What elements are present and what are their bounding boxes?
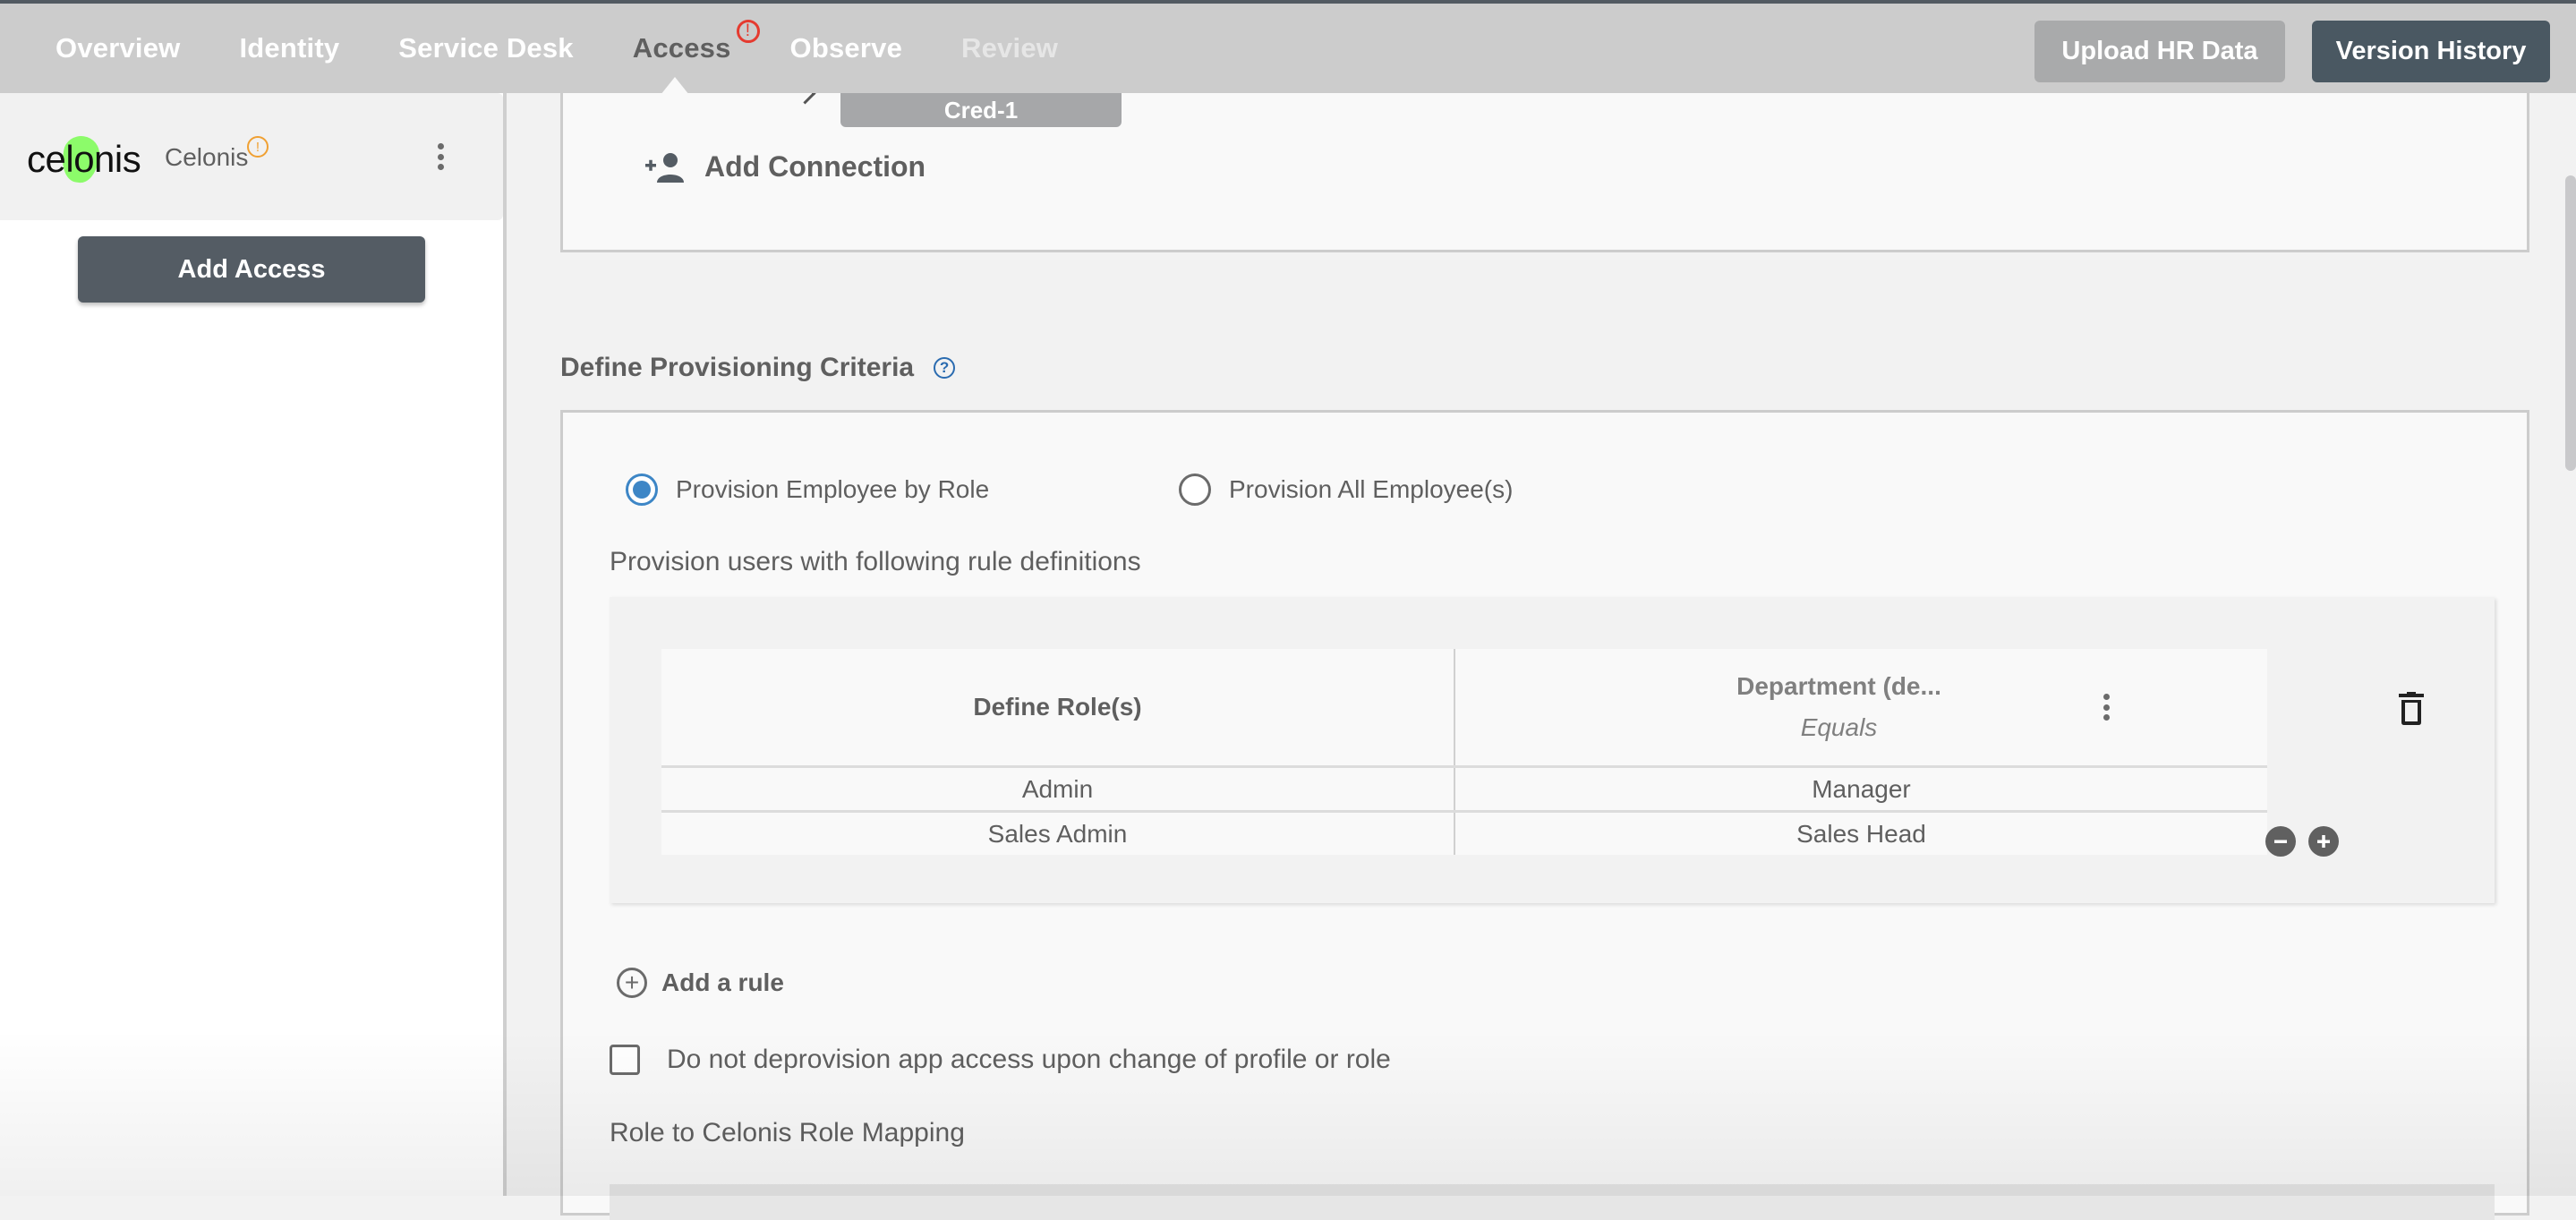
department-header-title: Department (de... (1736, 672, 1941, 700)
radio-button-unchecked[interactable] (1179, 473, 1211, 506)
celonis-logo: celonis (27, 132, 152, 186)
tab-overview[interactable]: Overview (55, 32, 180, 64)
active-tab-caret (661, 77, 689, 95)
app-name: Celonis (165, 143, 249, 171)
main-content: Cred-1 Add Connection Define Provisionin… (507, 82, 2576, 1220)
section-title-provisioning: Define Provisioning Criteria ? (560, 353, 956, 383)
table-row: Admin Manager (661, 766, 2267, 813)
no-deprovision-label: Do not deprovision app access upon chang… (667, 1045, 1391, 1074)
role-mapping-container (610, 1184, 2495, 1220)
upload-hr-data-button[interactable]: Upload HR Data (2034, 21, 2285, 82)
no-deprovision-option[interactable]: Do not deprovision app access upon chang… (610, 1045, 1391, 1075)
minus-icon (2274, 840, 2287, 843)
tab-observe[interactable]: Observe (790, 32, 902, 64)
column-options-icon[interactable] (2103, 694, 2110, 721)
mapping-heading: Role to Celonis Role Mapping (610, 1118, 965, 1147)
radio-label: Provision Employee by Role (676, 475, 990, 503)
add-rule-button[interactable]: + Add a rule (617, 968, 784, 998)
radio-provision-all[interactable]: Provision All Employee(s) (1179, 473, 1513, 506)
tab-access[interactable]: Access ! (632, 20, 760, 64)
section-title-text: Define Provisioning Criteria (560, 353, 915, 382)
add-circle-icon: + (617, 968, 647, 998)
department-operator: Equals (1800, 713, 1878, 741)
rules-heading: Provision users with following rule defi… (610, 547, 1141, 576)
provisioning-criteria-panel: Provision Employee by Role Provision All… (560, 410, 2529, 1220)
top-navigation-bar: Overview Identity Service Desk Access ! … (0, 0, 2576, 95)
main-tabs: Overview Identity Service Desk Access ! … (55, 4, 1117, 93)
sidebar: celonis Celonis ! Add Access (0, 93, 507, 1196)
table-row: Sales Admin Sales Head (661, 811, 2267, 856)
version-history-button[interactable]: Version History (2312, 21, 2550, 82)
department-cell[interactable]: Manager (1454, 766, 2267, 813)
app-card-celonis[interactable]: celonis Celonis ! (0, 93, 503, 220)
column-header-department: Department (de... Equals (1454, 649, 2267, 768)
person-add-icon (645, 152, 684, 183)
add-row-button[interactable] (2308, 826, 2339, 857)
alert-icon: ! (736, 20, 760, 43)
radio-label: Provision All Employee(s) (1229, 475, 1514, 503)
connection-panel: Cred-1 Add Connection (560, 82, 2529, 252)
add-connection-button[interactable]: Add Connection (645, 150, 925, 183)
credential-tag[interactable]: Cred-1 (840, 93, 1122, 127)
role-cell[interactable]: Sales Admin (661, 811, 1455, 855)
radio-button-checked[interactable] (626, 473, 658, 506)
role-cell[interactable]: Admin (661, 766, 1455, 813)
add-rule-label: Add a rule (661, 968, 784, 996)
plus-icon (2317, 835, 2330, 848)
remove-row-button[interactable] (2265, 826, 2296, 857)
logo-text: celonis (27, 138, 141, 180)
tab-access-label: Access (632, 32, 731, 64)
no-deprovision-checkbox[interactable] (610, 1045, 640, 1075)
trash-icon[interactable] (2399, 692, 2424, 726)
scrollbar-thumb[interactable] (2565, 175, 2576, 471)
radio-provision-by-role[interactable]: Provision Employee by Role (626, 473, 989, 506)
tab-review: Review (961, 32, 1059, 64)
app-more-options-icon[interactable] (437, 143, 444, 170)
warning-icon: ! (247, 136, 269, 158)
add-connection-label: Add Connection (704, 150, 926, 183)
tab-identity[interactable]: Identity (239, 32, 339, 64)
rules-container: Define Role(s) Department (de... Equals … (610, 597, 2495, 903)
tab-service-desk[interactable]: Service Desk (398, 32, 573, 64)
department-cell[interactable]: Sales Head (1454, 812, 2267, 856)
rules-table: Define Role(s) Department (de... Equals … (661, 649, 2267, 855)
add-access-button[interactable]: Add Access (78, 236, 425, 303)
column-header-role: Define Role(s) (661, 649, 1455, 768)
help-icon[interactable]: ? (934, 357, 956, 379)
